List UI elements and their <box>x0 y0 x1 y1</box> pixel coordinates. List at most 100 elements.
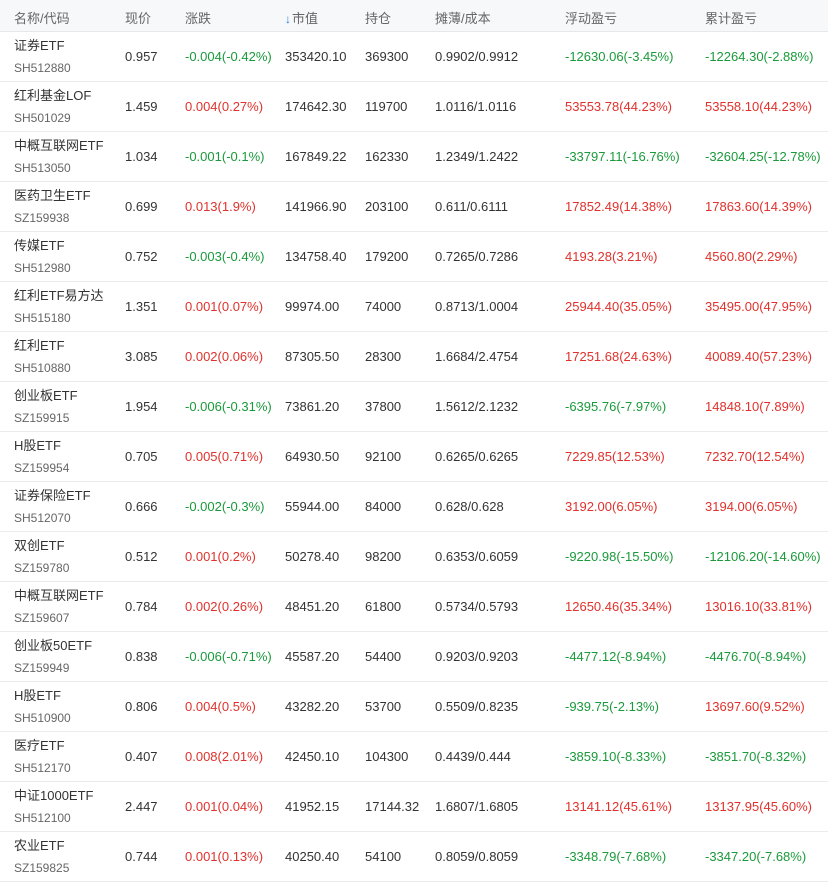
fund-name: 双创ETF <box>14 538 65 553</box>
table-row[interactable]: 医疗ETF SH512170 0.407 0.008(2.01%) 42450.10 10… <box>0 732 828 782</box>
fund-name-code-cell[interactable]: 传媒ETF SH512980 <box>14 238 71 276</box>
diluted-cost: 0.9902/0.9912 <box>435 49 519 64</box>
table-body: 证券ETF SH512880 0.957 -0.004(-0.42%) 353420.1… <box>0 32 828 882</box>
fund-name-code-cell[interactable]: H股ETF SZ159954 <box>14 438 69 476</box>
fund-name-code-cell[interactable]: 中概互联网ETF SH513050 <box>14 138 104 176</box>
fund-name-code-cell[interactable]: 红利ETF易方达 SH515180 <box>14 288 104 326</box>
market-value: 64930.50 <box>285 449 340 464</box>
floating-profit-loss: -12630.06(-3.45%) <box>565 49 674 64</box>
fund-name-code-cell[interactable]: 中证1000ETF SH512100 <box>14 788 93 826</box>
column-header-name[interactable]: 名称/代码 <box>14 8 70 27</box>
table-row[interactable]: 中概互联网ETF SH513050 1.034 -0.001(-0.1%) 167849… <box>0 132 828 182</box>
cumulative-profit-loss: 13137.95(45.60%) <box>705 799 812 814</box>
column-header-float-pl[interactable]: 浮动盈亏 <box>565 8 617 27</box>
floating-profit-loss: 13141.12(45.61%) <box>565 799 672 814</box>
column-header-market-value-label: 市值 <box>292 11 319 26</box>
price-change: 0.001(0.13%) <box>185 849 264 864</box>
current-price: 0.838 <box>125 649 158 664</box>
current-price: 1.954 <box>125 399 158 414</box>
fund-name-code-cell[interactable]: 创业板ETF SZ159915 <box>14 388 78 426</box>
fund-name-code-cell[interactable]: 红利ETF SH510880 <box>14 338 71 376</box>
floating-profit-loss: -4477.12(-8.94%) <box>565 649 667 664</box>
column-header-total-pl[interactable]: 累计盈亏 <box>705 8 757 27</box>
price-change: -0.006(-0.71%) <box>185 649 272 664</box>
diluted-cost: 0.9203/0.9203 <box>435 649 519 664</box>
table-row[interactable]: 农业ETF SZ159825 0.744 0.001(0.13%) 40250.40 54… <box>0 832 828 882</box>
price-change: 0.002(0.26%) <box>185 599 264 614</box>
cumulative-profit-loss: 13016.10(33.81%) <box>705 599 812 614</box>
column-header-price[interactable]: 现价 <box>125 8 151 27</box>
fund-code: SH513050 <box>14 161 71 175</box>
fund-name: 医疗ETF <box>14 738 65 753</box>
holding-quantity: 203100 <box>365 199 409 214</box>
sort-descending-icon: ↓ <box>285 12 291 26</box>
market-value: 87305.50 <box>285 349 340 364</box>
holding-quantity: 61800 <box>365 599 402 614</box>
price-change: 0.002(0.06%) <box>185 349 264 364</box>
table-row[interactable]: 创业板50ETF SZ159949 0.838 -0.006(-0.71%) 45587… <box>0 632 828 682</box>
fund-name-code-cell[interactable]: 证券ETF SH512880 <box>14 38 71 76</box>
floating-profit-loss: 7229.85(12.53%) <box>565 449 665 464</box>
fund-name-code-cell[interactable]: H股ETF SH510900 <box>14 688 71 726</box>
table-row[interactable]: 传媒ETF SH512980 0.752 -0.003(-0.4%) 134758.40… <box>0 232 828 282</box>
diluted-cost: 0.7265/0.7286 <box>435 249 519 264</box>
column-header-change[interactable]: 涨跌 <box>185 8 211 27</box>
holding-quantity: 74000 <box>365 299 402 314</box>
holding-quantity: 179200 <box>365 249 409 264</box>
cumulative-profit-loss: 35495.00(47.95%) <box>705 299 812 314</box>
table-row[interactable]: 双创ETF SZ159780 0.512 0.001(0.2%) 50278.40 982… <box>0 532 828 582</box>
market-value: 43282.20 <box>285 699 340 714</box>
floating-profit-loss: -33797.11(-16.76%) <box>565 149 680 164</box>
fund-name-code-cell[interactable]: 农业ETF SZ159825 <box>14 838 69 876</box>
floating-profit-loss: -6395.76(-7.97%) <box>565 399 667 414</box>
fund-name: 红利基金LOF <box>14 88 92 103</box>
diluted-cost: 1.6807/1.6805 <box>435 799 519 814</box>
holdings-table: 名称/代码 现价 涨跌 ↓市值 持仓 摊薄/成本 浮动盈亏 累计盈亏 证券ETF… <box>0 0 828 882</box>
table-row[interactable]: 证券保险ETF SH512070 0.666 -0.002(-0.3%) 55944.0… <box>0 482 828 532</box>
column-header-holding[interactable]: 持仓 <box>365 8 391 27</box>
fund-code: SH512100 <box>14 811 71 825</box>
fund-name-code-cell[interactable]: 中概互联网ETF SZ159607 <box>14 588 104 626</box>
fund-name: 农业ETF <box>14 838 65 853</box>
holding-quantity: 17144.32 <box>365 799 420 814</box>
table-row[interactable]: 红利基金LOF SH501029 1.459 0.004(0.27%) 174642.3… <box>0 82 828 132</box>
column-header-market-value[interactable]: ↓市值 <box>285 8 318 27</box>
holding-quantity: 104300 <box>365 749 409 764</box>
table-row[interactable]: 中证1000ETF SH512100 2.447 0.001(0.04%) 41952.… <box>0 782 828 832</box>
market-value: 73861.20 <box>285 399 340 414</box>
table-row[interactable]: 红利ETF SH510880 3.085 0.002(0.06%) 87305.50 28… <box>0 332 828 382</box>
column-header-cost[interactable]: 摊薄/成本 <box>435 8 491 27</box>
table-row[interactable]: H股ETF SH510900 0.806 0.004(0.5%) 43282.20 537… <box>0 682 828 732</box>
floating-profit-loss: -3348.79(-7.68%) <box>565 849 667 864</box>
fund-code: SH512170 <box>14 761 71 775</box>
table-row[interactable]: 医药卫生ETF SZ159938 0.699 0.013(1.9%) 141966.90… <box>0 182 828 232</box>
fund-name-code-cell[interactable]: 证券保险ETF SH512070 <box>14 488 91 526</box>
fund-name: 红利ETF <box>14 338 65 353</box>
price-change: -0.001(-0.1%) <box>185 149 265 164</box>
fund-code: SH510880 <box>14 361 71 375</box>
diluted-cost: 0.4439/0.444 <box>435 749 511 764</box>
current-price: 1.351 <box>125 299 158 314</box>
market-value: 141966.90 <box>285 199 347 214</box>
holding-quantity: 84000 <box>365 499 402 514</box>
table-row[interactable]: 中概互联网ETF SZ159607 0.784 0.002(0.26%) 48451.2… <box>0 582 828 632</box>
cumulative-profit-loss: 53558.10(44.23%) <box>705 99 812 114</box>
fund-name-code-cell[interactable]: 双创ETF SZ159780 <box>14 538 69 576</box>
fund-code: SZ159915 <box>14 411 70 425</box>
fund-name-code-cell[interactable]: 红利基金LOF SH501029 <box>14 88 91 126</box>
cumulative-profit-loss: 13697.60(9.52%) <box>705 699 805 714</box>
table-row[interactable]: 创业板ETF SZ159915 1.954 -0.006(-0.31%) 73861.2… <box>0 382 828 432</box>
table-row[interactable]: 证券ETF SH512880 0.957 -0.004(-0.42%) 353420.1… <box>0 32 828 82</box>
market-value: 99974.00 <box>285 299 340 314</box>
fund-name-code-cell[interactable]: 创业板50ETF SZ159949 <box>14 638 92 676</box>
fund-name-code-cell[interactable]: 医疗ETF SH512170 <box>14 738 71 776</box>
price-change: 0.004(0.27%) <box>185 99 264 114</box>
current-price: 0.705 <box>125 449 158 464</box>
market-value: 48451.20 <box>285 599 340 614</box>
table-row[interactable]: 红利ETF易方达 SH515180 1.351 0.001(0.07%) 99974.0… <box>0 282 828 332</box>
table-row[interactable]: H股ETF SZ159954 0.705 0.005(0.71%) 64930.50 92… <box>0 432 828 482</box>
diluted-cost: 0.5734/0.5793 <box>435 599 519 614</box>
fund-name-code-cell[interactable]: 医药卫生ETF SZ159938 <box>14 188 91 226</box>
holding-quantity: 54400 <box>365 649 402 664</box>
fund-code: SZ159780 <box>14 561 70 575</box>
